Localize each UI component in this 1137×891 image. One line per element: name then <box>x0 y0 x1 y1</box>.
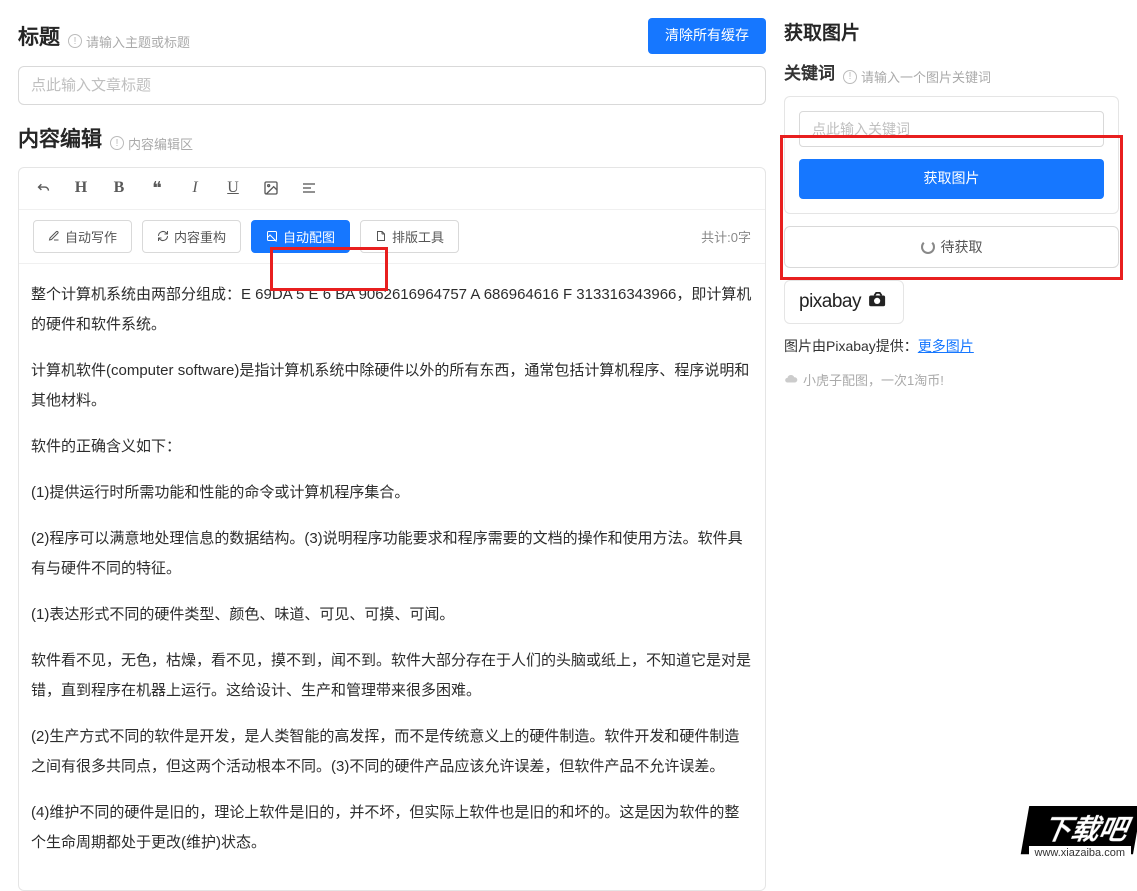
paragraph: 计算机软件(computer software)是指计算机系统中除硬件以外的所有… <box>31 356 753 416</box>
clear-cache-button[interactable]: 清除所有缓存 <box>648 18 766 54</box>
content-hint: ! 内容编辑区 <box>110 134 193 153</box>
keyword-input[interactable] <box>799 111 1104 147</box>
footer-note: 小虎子配图，一次1淘币! <box>784 370 1119 389</box>
pixabay-logo: pixabay <box>799 291 861 313</box>
paragraph: 软件看不见，无色，枯燥，看不见，摸不到，闻不到。软件大部分存在于人们的头脑或纸上… <box>31 646 753 706</box>
title-hint: ! 请输入主题或标题 <box>68 32 190 51</box>
title-label: 标题 <box>18 21 60 51</box>
keyword-card: 获取图片 <box>784 96 1119 214</box>
info-icon: ! <box>843 70 857 84</box>
content-header: 内容编辑 ! 内容编辑区 <box>18 123 766 153</box>
undo-icon[interactable] <box>33 180 53 197</box>
paragraph: (4)维护不同的硬件是旧的，理论上软件是旧的，并不坏，但实际上软件也是旧的和坏的… <box>31 798 753 858</box>
editor-content[interactable]: 整个计算机系统由两部分组成：E 69DA 5 E 6 BA 9062616964… <box>19 264 765 890</box>
italic-icon[interactable]: I <box>185 179 205 197</box>
side-panel: 获取图片 关键词 ! 请输入一个图片关键词 获取图片 待获取 pixabay 图… <box>784 18 1119 891</box>
restructure-button[interactable]: 内容重构 <box>142 220 241 253</box>
image-icon[interactable] <box>261 180 281 196</box>
paragraph: 软件的正确含义如下： <box>31 432 753 462</box>
align-icon[interactable] <box>299 180 319 196</box>
paragraph: 整个计算机系统由两部分组成：E 69DA 5 E 6 BA 9062616964… <box>31 280 753 340</box>
paragraph: (2)程序可以满意地处理信息的数据结构。(3)说明程序功能要求和程序需要的文档的… <box>31 524 753 584</box>
provider-text: 图片由Pixabay提供：更多图片 <box>784 336 1119 356</box>
layout-tool-button[interactable]: 排版工具 <box>360 220 459 253</box>
auto-image-button[interactable]: 自动配图 <box>251 220 350 253</box>
word-count: 共计:0字 <box>701 227 751 246</box>
underline-icon[interactable]: U <box>223 179 243 197</box>
editor-toolbar: H B ❝ I U <box>19 168 765 210</box>
auto-write-button[interactable]: 自动写作 <box>33 220 132 253</box>
pending-status-button[interactable]: 待获取 <box>784 226 1119 268</box>
fetch-image-button[interactable]: 获取图片 <box>799 159 1104 199</box>
more-images-link[interactable]: 更多图片 <box>918 338 974 354</box>
watermark-url: www.xiazaiba.com <box>1029 846 1131 860</box>
spinner-icon <box>921 240 935 254</box>
cloud-icon <box>784 372 798 386</box>
article-title-input[interactable] <box>18 66 766 105</box>
content-label: 内容编辑 <box>18 123 102 153</box>
title-header: 标题 ! 请输入主题或标题 清除所有缓存 <box>18 18 766 54</box>
camera-icon <box>867 292 889 311</box>
pixabay-badge: pixabay <box>784 280 904 324</box>
action-row: 自动写作 内容重构 自动配图 排版工具 共计:0字 <box>19 210 765 264</box>
quote-icon[interactable]: ❝ <box>147 178 167 199</box>
paragraph: (1)提供运行时所需功能和性能的命令或计算机程序集合。 <box>31 478 753 508</box>
paragraph: (2)生产方式不同的软件是开发，是人类智能的高发挥，而不是传统意义上的硬件制造。… <box>31 722 753 782</box>
main-panel: 标题 ! 请输入主题或标题 清除所有缓存 内容编辑 ! 内容编辑区 <box>18 18 766 891</box>
info-icon: ! <box>68 34 82 48</box>
editor-box: H B ❝ I U 自动写作 <box>18 167 766 891</box>
get-image-title: 获取图片 <box>784 18 1119 45</box>
info-icon: ! <box>110 136 124 150</box>
keyword-hint: ! 请输入一个图片关键词 <box>843 67 991 86</box>
bold-icon[interactable]: B <box>109 179 129 197</box>
heading-icon[interactable]: H <box>71 179 91 197</box>
paragraph: (1)表达形式不同的硬件类型、颜色、味道、可见、可摸、可闻。 <box>31 600 753 630</box>
keyword-label: 关键词 <box>784 59 835 84</box>
